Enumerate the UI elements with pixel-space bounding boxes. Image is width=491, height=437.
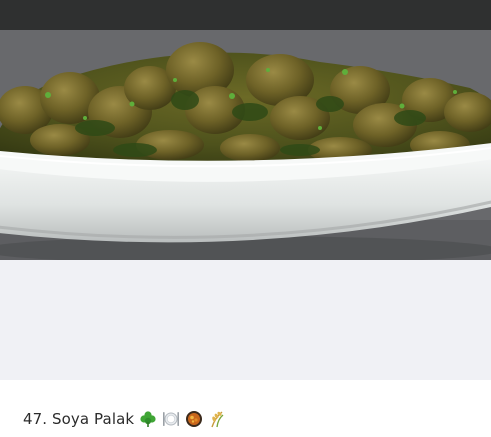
shamrock-icon — [139, 410, 157, 428]
recipe-card[interactable]: 47. Soya Palak — [0, 0, 491, 437]
plate-icon — [162, 410, 180, 428]
recipe-caption: 47. Soya Palak — [23, 405, 226, 433]
curry-bowl-icon — [185, 410, 203, 428]
soya-palak-image — [0, 0, 491, 260]
recipe-title: 47. Soya Palak — [23, 410, 135, 428]
rice-stalk-icon — [208, 410, 226, 428]
dish-photo[interactable] — [0, 0, 491, 260]
image-placeholder-band — [0, 260, 491, 380]
